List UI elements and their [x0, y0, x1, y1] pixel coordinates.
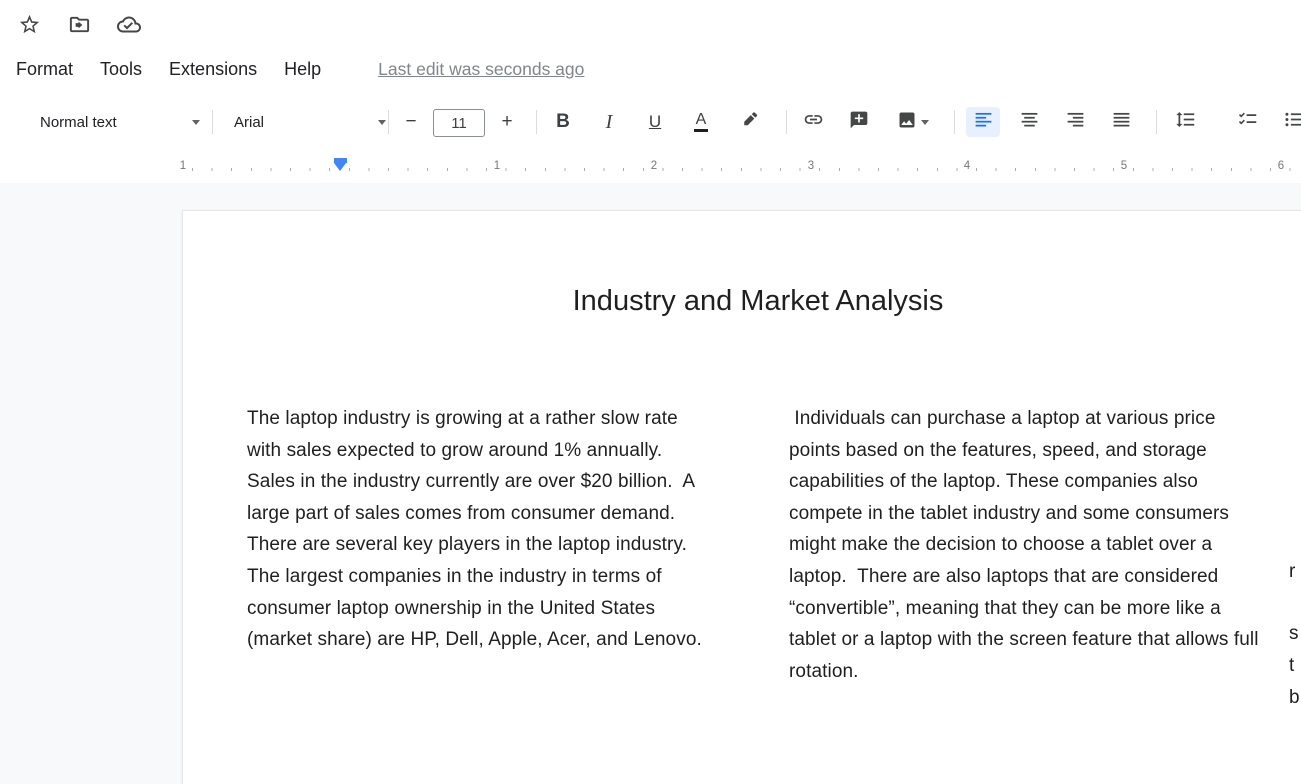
add-comment-button[interactable]	[842, 107, 876, 137]
insert-link-button[interactable]	[796, 107, 830, 137]
toolbar-divider	[1156, 110, 1157, 134]
align-left-button[interactable]	[966, 107, 1000, 137]
menu-item-extensions[interactable]: Extensions	[169, 59, 257, 80]
line-spacing-icon	[1175, 109, 1196, 135]
toolbar-divider	[212, 110, 213, 134]
ruler-ticks	[192, 168, 1301, 171]
document-canvas: Industry and Market Analysis The laptop …	[0, 183, 1301, 784]
left-indent-marker[interactable]	[334, 163, 346, 171]
paragraph-style-label: Normal text	[40, 114, 117, 131]
underline-button[interactable]: U	[638, 107, 672, 137]
justify-icon	[1111, 109, 1132, 135]
ruler-label: 2	[647, 160, 661, 172]
checklist-icon	[1237, 109, 1258, 135]
bulleted-list-button[interactable]	[1274, 107, 1301, 137]
font-name-label: Arial	[234, 114, 264, 131]
clipped-text-fragment: b	[1289, 687, 1300, 709]
highlight-color-button[interactable]	[732, 107, 766, 137]
toolbar: Normal text Arial − 11 + B I U A	[0, 90, 1301, 155]
document-column-left[interactable]: The laptop industry is growing at a rath…	[247, 403, 707, 656]
ruler-label: 1	[176, 160, 190, 172]
menu-item-format[interactable]: Format	[16, 59, 73, 80]
paragraph-style-selector[interactable]: Normal text	[28, 107, 212, 137]
italic-button[interactable]: I	[592, 107, 626, 137]
titlebar	[0, 0, 1301, 48]
indent-marker[interactable]	[334, 158, 347, 171]
document-page[interactable]: Industry and Market Analysis The laptop …	[182, 210, 1301, 784]
last-edit-link[interactable]: Last edit was seconds ago	[378, 59, 584, 80]
ruler-label: 4	[960, 160, 974, 172]
document-column-right[interactable]: Individuals can purchase a laptop at var…	[789, 403, 1259, 687]
clipped-text-fragment: r	[1289, 561, 1295, 583]
text-color-label: A	[694, 112, 709, 132]
toolbar-divider	[786, 110, 787, 134]
clipped-text-fragment: s	[1289, 623, 1299, 645]
ruler[interactable]: 1 1 2 3 4 5 6	[0, 155, 1301, 183]
ruler-label: 3	[804, 160, 818, 172]
ruler-label: 6	[1274, 160, 1288, 172]
ruler-label: 1	[490, 160, 504, 172]
decrease-font-size-button[interactable]: −	[396, 107, 426, 137]
align-center-button[interactable]	[1012, 107, 1046, 137]
cloud-saved-icon[interactable]	[117, 12, 141, 36]
menu-item-help[interactable]: Help	[284, 59, 321, 80]
ruler-label: 5	[1117, 160, 1131, 172]
line-spacing-button[interactable]	[1166, 107, 1204, 137]
image-icon	[897, 110, 917, 135]
insert-image-button[interactable]	[888, 107, 938, 137]
document-title[interactable]: Industry and Market Analysis	[183, 285, 1301, 318]
chevron-down-icon	[192, 120, 200, 125]
toolbar-divider	[388, 110, 389, 134]
increase-font-size-button[interactable]: +	[492, 107, 522, 137]
checklist-button[interactable]	[1228, 107, 1266, 137]
add-comment-icon	[849, 110, 869, 135]
align-right-icon	[1065, 109, 1086, 135]
star-icon[interactable]	[17, 12, 41, 36]
align-right-button[interactable]	[1058, 107, 1092, 137]
font-selector[interactable]: Arial	[222, 107, 398, 137]
menu-item-tools[interactable]: Tools	[100, 59, 142, 80]
text-color-button[interactable]: A	[684, 107, 718, 137]
chevron-down-icon	[921, 120, 929, 125]
chevron-down-icon	[378, 120, 386, 125]
clipped-text-fragment: t	[1289, 655, 1294, 677]
justify-button[interactable]	[1104, 107, 1138, 137]
align-left-icon	[973, 109, 994, 135]
bulleted-list-icon	[1283, 109, 1301, 135]
font-size-input[interactable]: 11	[433, 109, 485, 137]
menubar: Format Tools Extensions Help Last edit w…	[0, 48, 1301, 90]
move-icon[interactable]	[67, 12, 91, 36]
bold-button[interactable]: B	[546, 107, 580, 137]
link-icon	[803, 109, 824, 135]
toolbar-divider	[536, 110, 537, 134]
align-center-icon	[1019, 109, 1040, 135]
toolbar-divider	[954, 110, 955, 134]
highlighter-icon	[739, 109, 760, 135]
